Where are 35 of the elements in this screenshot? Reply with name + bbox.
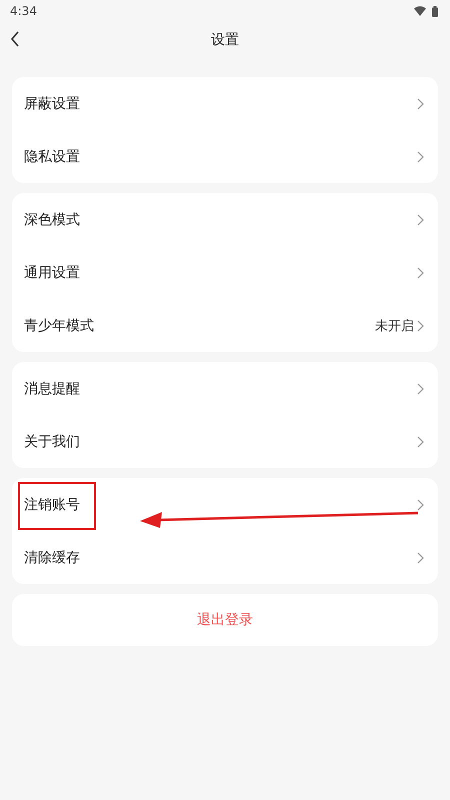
status-time: 4:34 (10, 4, 37, 18)
row-value: 未开启 (375, 318, 414, 334)
wifi-icon (414, 6, 426, 16)
row-label: 屏蔽设置 (24, 94, 80, 112)
settings-row[interactable]: 深色模式 (12, 193, 438, 246)
settings-row[interactable]: 屏蔽设置 (12, 77, 438, 130)
chevron-icon (417, 382, 424, 394)
logout-button[interactable]: 退出登录 (12, 594, 438, 646)
row-label: 通用设置 (24, 264, 80, 282)
battery-icon (432, 6, 438, 16)
settings-row[interactable]: 青少年模式 未开启 (12, 299, 438, 352)
page-title: 设置 (211, 31, 239, 49)
chevron-icon (417, 320, 424, 332)
chevron-icon (417, 436, 424, 448)
row-label: 消息提醒 (24, 380, 80, 398)
settings-row[interactable]: 关于我们 (12, 415, 438, 468)
settings-row[interactable]: 隐私设置 (12, 130, 438, 183)
chevron-icon (417, 266, 424, 278)
settings-row[interactable]: 注销账号 (12, 478, 438, 531)
row-label: 青少年模式 (24, 316, 94, 334)
chevron-icon (417, 552, 424, 564)
row-label: 注销账号 (24, 496, 80, 514)
settings-row[interactable]: 通用设置 (12, 246, 438, 299)
back-button[interactable] (10, 31, 20, 47)
back-icon (10, 31, 20, 47)
chevron-icon (417, 498, 424, 510)
settings-row[interactable]: 消息提醒 (12, 362, 438, 415)
chevron-icon (417, 150, 424, 162)
settings-row[interactable]: 清除缓存 (12, 531, 438, 584)
chevron-icon (417, 98, 424, 110)
row-label: 隐私设置 (24, 148, 80, 166)
row-label: 深色模式 (24, 210, 80, 228)
row-label: 关于我们 (24, 432, 80, 450)
row-label: 清除缓存 (24, 548, 80, 566)
chevron-icon (417, 214, 424, 226)
